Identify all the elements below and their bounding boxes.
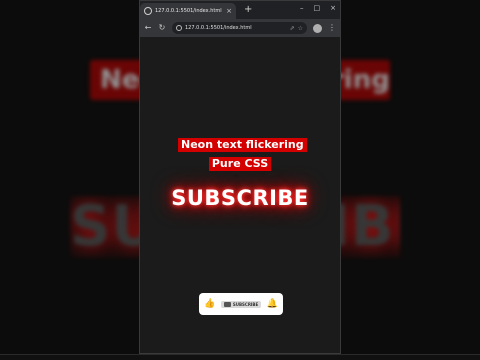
window-controls: – □ × <box>300 4 336 12</box>
subscribe-button[interactable]: SUBSCRIBE <box>220 300 262 308</box>
subscribe-bar: 👍 SUBSCRIBE 🔔 <box>199 293 283 315</box>
reload-icon[interactable]: ↻ <box>158 24 166 32</box>
bell-icon[interactable]: 🔔 <box>267 299 278 309</box>
address-bar[interactable]: 127.0.0.1:5501/index.html ⇗ ☆ <box>172 22 307 34</box>
browser-tab[interactable]: 127.0.0.1:5501/index.html × <box>140 3 236 19</box>
video-frame: Neon text flickering SUBSCRIBE 127.0.0.1… <box>0 0 480 360</box>
page-heading: Neon text flickering Pure CSS <box>178 133 307 171</box>
back-arrow-icon[interactable]: ← <box>144 24 152 32</box>
neon-subscribe-text: SUBSCRIBE <box>171 186 309 210</box>
tab-bar: 127.0.0.1:5501/index.html × + – □ × <box>140 1 340 19</box>
youtube-icon <box>223 301 231 307</box>
maximize-button[interactable]: □ <box>314 4 321 12</box>
site-info-icon[interactable] <box>176 25 182 31</box>
bookmark-star-icon[interactable]: ☆ <box>298 25 303 32</box>
tab-title: 127.0.0.1:5501/index.html <box>155 8 222 14</box>
thumbs-up-icon[interactable]: 👍 <box>204 299 215 309</box>
browser-toolbar: ← ↻ 127.0.0.1:5501/index.html ⇗ ☆ ⋮ <box>140 19 340 37</box>
browser-window: 127.0.0.1:5501/index.html × + – □ × ← ↻ … <box>139 0 341 354</box>
page-viewport: Neon text flickering Pure CSS SUBSCRIBE … <box>140 37 340 353</box>
taskbar <box>0 354 480 360</box>
globe-icon <box>144 7 152 15</box>
tab-close-icon[interactable]: × <box>226 7 232 15</box>
menu-dots-icon[interactable]: ⋮ <box>328 24 336 32</box>
heading-line-1: Neon text flickering <box>178 138 307 152</box>
minimize-button[interactable]: – <box>300 4 304 12</box>
heading-line-2: Pure CSS <box>208 157 272 171</box>
subscribe-button-label: SUBSCRIBE <box>232 301 259 307</box>
close-window-button[interactable]: × <box>330 4 336 12</box>
share-icon[interactable]: ⇗ <box>290 25 295 32</box>
profile-avatar-icon[interactable] <box>313 23 322 33</box>
url-text: 127.0.0.1:5501/index.html <box>185 25 252 31</box>
new-tab-button[interactable]: + <box>244 5 252 15</box>
